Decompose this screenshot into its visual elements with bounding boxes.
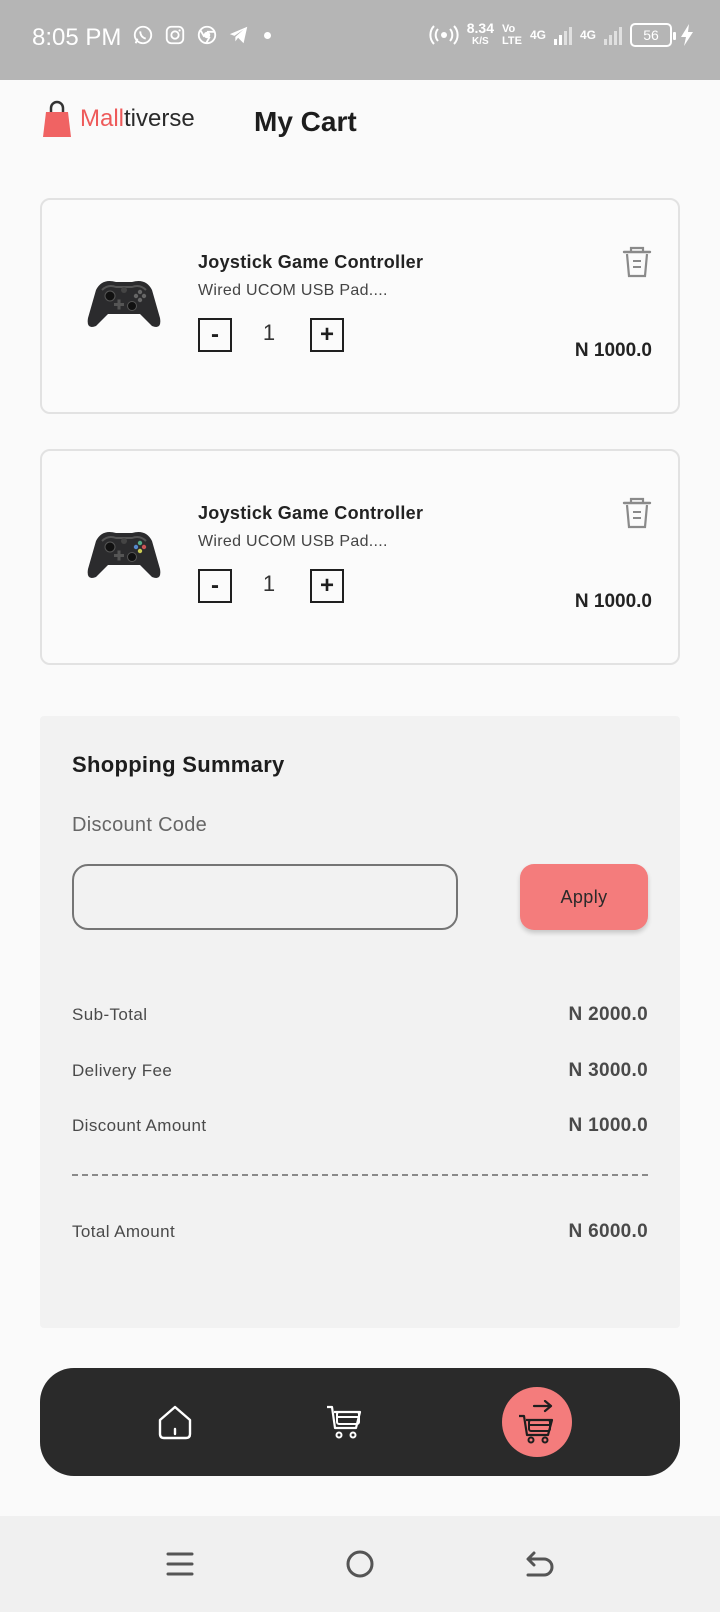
charging-icon [681, 24, 693, 46]
subtotal-label: Sub-Total [72, 1005, 148, 1024]
back-icon [526, 1551, 554, 1577]
product-description: Wired UCOM USB Pad.... [198, 282, 388, 299]
product-name: Joystick Game Controller [198, 503, 424, 523]
decrease-quantity-button[interactable]: - [198, 318, 232, 352]
system-status: 8.34 K/S Vo LTE 4G 4G 56 [429, 20, 694, 48]
subtotal-value: N 2000.0 [568, 1004, 648, 1025]
signal-icon [553, 25, 572, 45]
back-button[interactable] [520, 1546, 560, 1582]
network-speed: 8.34 K/S [466, 20, 494, 48]
game-controller-image [87, 532, 161, 578]
cart-item: Joystick Game Controller Wired UCOM USB … [40, 198, 680, 414]
whatsapp-icon [133, 25, 153, 45]
checkout-icon [519, 1400, 554, 1444]
total-amount-label: Total Amount [72, 1222, 176, 1241]
volte-indicator: Vo LTE [502, 23, 522, 47]
discount-amount-label: Discount Amount [72, 1116, 207, 1135]
network-type-2: 4G [579, 28, 596, 42]
home-button[interactable] [340, 1546, 380, 1582]
product-price: N 1000.0 [574, 591, 652, 612]
product-name: Joystick Game Controller [198, 252, 424, 272]
summary-divider [72, 1174, 648, 1176]
game-controller-image [87, 281, 161, 327]
shopping-summary: Shopping Summary Discount Code Apply Sub… [40, 716, 680, 1328]
product-description: Wired UCOM USB Pad.... [198, 533, 388, 550]
total-amount-value: N 6000.0 [568, 1221, 648, 1242]
notification-icons [132, 24, 271, 46]
volte-bottom: LTE [502, 35, 522, 47]
product-price: N 1000.0 [574, 340, 652, 361]
increase-quantity-button[interactable]: + [310, 569, 344, 603]
status-time: 8:05 PM [32, 24, 122, 51]
volte-top: Vo [502, 23, 516, 35]
total-amount-row: Total Amount N 6000.0 [72, 1221, 648, 1243]
delivery-fee-row: Delivery Fee N 3000.0 [72, 1060, 648, 1082]
hotspot-icon [429, 25, 459, 45]
battery-icon: 56 [630, 23, 676, 47]
circle-home-icon [346, 1550, 374, 1578]
shopping-bag-icon [43, 100, 71, 137]
speed-value: 8.34 [466, 20, 494, 36]
status-bar: 8:05 PM 8.34 K/S Vo LTE 4G 4G 56 [0, 0, 720, 80]
telegram-icon [229, 26, 248, 44]
instagram-icon [165, 25, 185, 45]
chrome-icon [197, 25, 217, 45]
more-notifications-dot [264, 31, 271, 39]
menu-icon [166, 1552, 194, 1576]
signal-icon-2 [604, 25, 622, 45]
quantity-value: 1 [262, 320, 276, 345]
delivery-fee-value: N 3000.0 [568, 1060, 648, 1081]
discount-amount-value: N 1000.0 [568, 1115, 648, 1136]
battery-level: 56 [643, 27, 659, 43]
nav-checkout[interactable] [502, 1387, 572, 1457]
logo-text-tiverse: tiverse [124, 105, 195, 132]
summary-title: Shopping Summary [72, 752, 285, 777]
apply-button[interactable]: Apply [520, 864, 648, 930]
increase-quantity-button[interactable]: + [310, 318, 344, 352]
system-navigation-bar [0, 1516, 720, 1612]
cart-item: Joystick Game Controller Wired UCOM USB … [40, 449, 680, 665]
recent-apps-button[interactable] [160, 1546, 200, 1582]
bottom-navigation [40, 1368, 680, 1476]
logo-text-mall: Mall [80, 105, 125, 132]
discount-code-label: Discount Code [72, 814, 208, 836]
delivery-fee-label: Delivery Fee [72, 1061, 173, 1080]
logo-text: Malltiverse [80, 105, 195, 133]
page-title: My Cart [254, 106, 357, 137]
app-logo: Malltiverse [42, 100, 195, 138]
subtotal-row: Sub-Total N 2000.0 [72, 1004, 648, 1026]
trash-icon[interactable] [622, 246, 652, 278]
network-type-1: 4G [529, 28, 546, 42]
decrease-quantity-button[interactable]: - [198, 569, 232, 603]
speed-unit: K/S [472, 36, 489, 47]
trash-icon[interactable] [622, 497, 652, 529]
nav-cart[interactable] [320, 1368, 370, 1476]
quantity-value: 1 [262, 571, 276, 596]
discount-code-input[interactable] [72, 864, 458, 930]
discount-amount-row: Discount Amount N 1000.0 [72, 1115, 648, 1137]
home-icon [158, 1405, 192, 1440]
nav-home[interactable] [150, 1368, 200, 1476]
cart-icon [327, 1405, 362, 1439]
